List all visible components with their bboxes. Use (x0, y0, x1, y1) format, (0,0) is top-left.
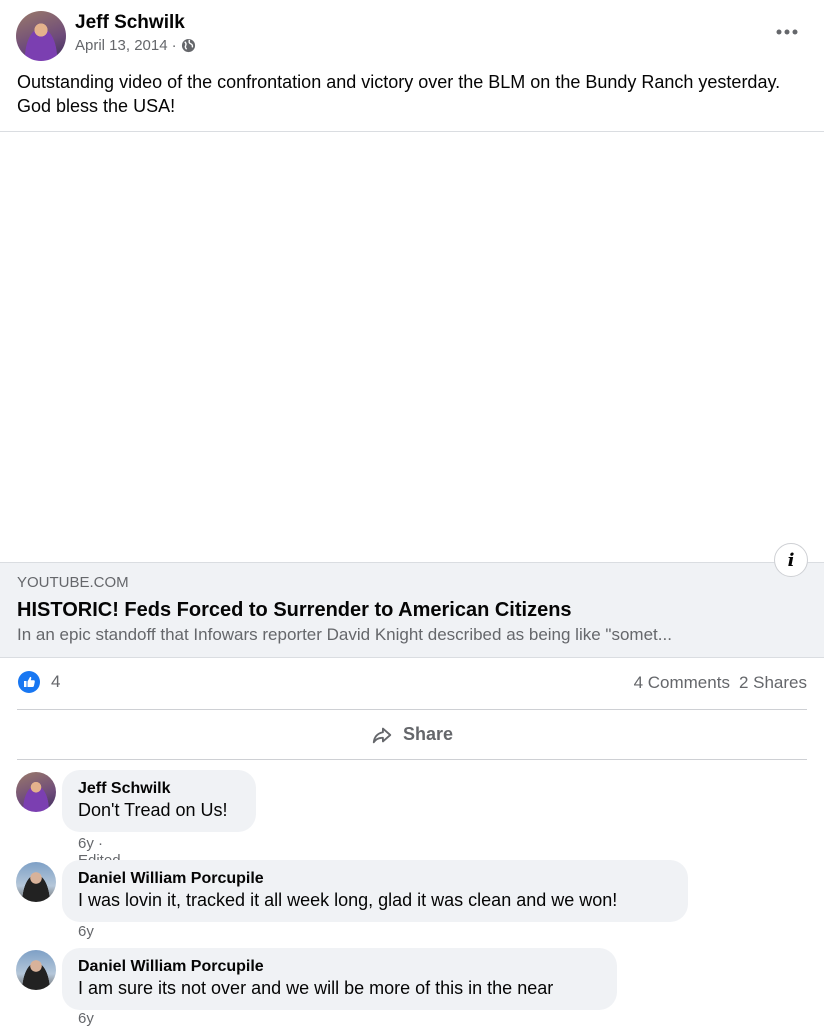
share-label: Share (402, 724, 454, 744)
link-preview-card[interactable]: YOUTUBE.COM HISTORIC! Feds Forced to Sur… (0, 562, 824, 658)
commenter-avatar[interactable] (16, 772, 56, 812)
author-avatar[interactable] (16, 11, 66, 61)
comment-meta[interactable]: 6y (78, 1010, 94, 1027)
reaction-count: 4 (51, 672, 61, 691)
comment-text: I am sure its not over and we will be mo… (78, 978, 554, 998)
commenter-avatar[interactable] (16, 862, 56, 902)
post-header: Jeff Schwilk April 13, 2014 · (0, 0, 824, 66)
link-description: In an epic standoff that Infowars report… (17, 625, 672, 644)
divider (17, 709, 807, 710)
shares-count-link[interactable]: 2 Shares (739, 673, 807, 693)
share-icon (371, 724, 393, 746)
divider (17, 759, 807, 760)
meta-separator: · (171, 37, 177, 54)
comment-text: Don't Tread on Us! (78, 800, 228, 820)
post-text: Outstanding video of the confrontation a… (17, 72, 781, 116)
like-icon (17, 670, 41, 694)
link-title[interactable]: HISTORIC! Feds Forced to Surrender to Am… (17, 599, 572, 622)
engagement-counts: 4 Comments 2 Shares (634, 673, 807, 693)
comment-meta[interactable]: 6y (78, 923, 94, 940)
comment-bubble: Jeff Schwilk Don't Tread on Us! (62, 770, 256, 832)
commenter-name[interactable]: Daniel William Porcupile (78, 869, 674, 889)
post-meta: April 13, 2014 · (75, 37, 196, 54)
comment-bubble: Daniel William Porcupile I was lovin it,… (62, 860, 688, 922)
post-date[interactable]: April 13, 2014 (75, 37, 168, 54)
globe-icon (181, 38, 196, 53)
author-name[interactable]: Jeff Schwilk (75, 12, 185, 34)
share-button[interactable]: Share (17, 712, 807, 757)
comment-text: I was lovin it, tracked it all week long… (78, 890, 618, 910)
link-domain: YOUTUBE.COM (17, 574, 129, 591)
more-options-button[interactable] (772, 22, 802, 42)
comments-count-link[interactable]: 4 Comments (634, 673, 730, 693)
video-player[interactable] (0, 132, 824, 562)
info-icon[interactable]: i (774, 543, 808, 577)
comment-bubble: Daniel William Porcupile I am sure its n… (62, 948, 617, 1010)
reactions-summary[interactable]: 4 (17, 670, 60, 694)
commenter-avatar[interactable] (16, 950, 56, 990)
commenter-name[interactable]: Jeff Schwilk (78, 779, 242, 799)
commenter-name[interactable]: Daniel William Porcupile (78, 957, 603, 977)
ellipsis-icon (776, 29, 798, 35)
